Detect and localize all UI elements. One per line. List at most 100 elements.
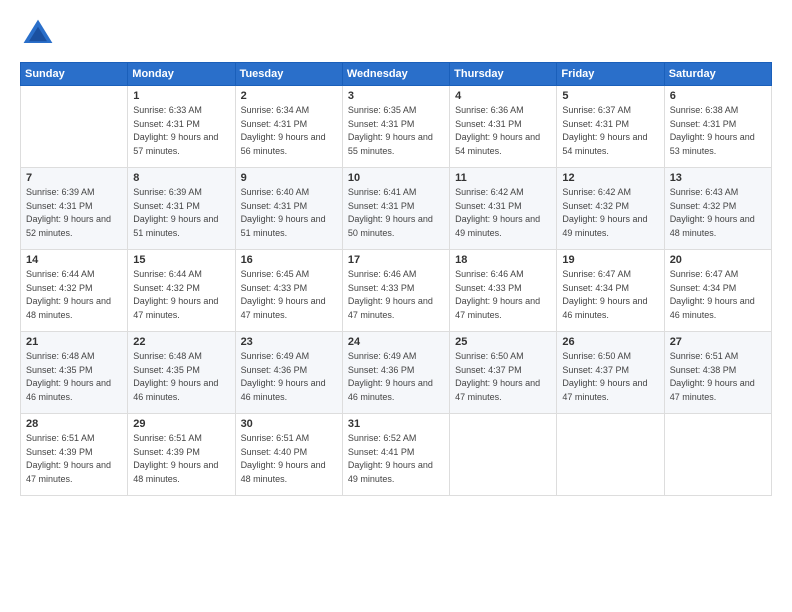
day-number: 25 <box>455 336 551 348</box>
calendar-cell: 24 Sunrise: 6:49 AMSunset: 4:36 PMDayligh… <box>342 332 449 414</box>
calendar-cell: 13 Sunrise: 6:43 AMSunset: 4:32 PMDayligh… <box>664 168 771 250</box>
calendar-cell: 1 Sunrise: 6:33 AMSunset: 4:31 PMDaylight… <box>128 86 235 168</box>
day-number: 14 <box>26 254 122 266</box>
calendar-cell: 2 Sunrise: 6:34 AMSunset: 4:31 PMDaylight… <box>235 86 342 168</box>
day-number: 1 <box>133 90 229 102</box>
calendar-week-row: 1 Sunrise: 6:33 AMSunset: 4:31 PMDaylight… <box>21 86 772 168</box>
calendar-cell: 22 Sunrise: 6:48 AMSunset: 4:35 PMDayligh… <box>128 332 235 414</box>
weekday-header: Thursday <box>450 63 557 86</box>
day-number: 17 <box>348 254 444 266</box>
calendar-cell: 10 Sunrise: 6:41 AMSunset: 4:31 PMDayligh… <box>342 168 449 250</box>
day-number: 26 <box>562 336 658 348</box>
calendar-cell: 26 Sunrise: 6:50 AMSunset: 4:37 PMDayligh… <box>557 332 664 414</box>
day-number: 8 <box>133 172 229 184</box>
day-info: Sunrise: 6:39 AMSunset: 4:31 PMDaylight:… <box>26 186 122 240</box>
weekday-header: Sunday <box>21 63 128 86</box>
day-info: Sunrise: 6:48 AMSunset: 4:35 PMDaylight:… <box>133 350 229 404</box>
weekday-header-row: SundayMondayTuesdayWednesdayThursdayFrid… <box>21 63 772 86</box>
logo <box>20 16 62 52</box>
day-number: 20 <box>670 254 766 266</box>
calendar-week-row: 28 Sunrise: 6:51 AMSunset: 4:39 PMDayligh… <box>21 414 772 496</box>
day-info: Sunrise: 6:45 AMSunset: 4:33 PMDaylight:… <box>241 268 337 322</box>
calendar-table: SundayMondayTuesdayWednesdayThursdayFrid… <box>20 62 772 496</box>
calendar-cell: 27 Sunrise: 6:51 AMSunset: 4:38 PMDayligh… <box>664 332 771 414</box>
day-info: Sunrise: 6:47 AMSunset: 4:34 PMDaylight:… <box>562 268 658 322</box>
day-number: 22 <box>133 336 229 348</box>
calendar-cell <box>450 414 557 496</box>
day-number: 30 <box>241 418 337 430</box>
day-info: Sunrise: 6:52 AMSunset: 4:41 PMDaylight:… <box>348 432 444 486</box>
day-info: Sunrise: 6:46 AMSunset: 4:33 PMDaylight:… <box>455 268 551 322</box>
day-info: Sunrise: 6:43 AMSunset: 4:32 PMDaylight:… <box>670 186 766 240</box>
day-number: 19 <box>562 254 658 266</box>
day-number: 10 <box>348 172 444 184</box>
weekday-header: Tuesday <box>235 63 342 86</box>
day-info: Sunrise: 6:38 AMSunset: 4:31 PMDaylight:… <box>670 104 766 158</box>
day-info: Sunrise: 6:44 AMSunset: 4:32 PMDaylight:… <box>133 268 229 322</box>
day-info: Sunrise: 6:51 AMSunset: 4:40 PMDaylight:… <box>241 432 337 486</box>
calendar-cell: 16Sunrise: 6:45 AMSunset: 4:33 PMDayligh… <box>235 250 342 332</box>
calendar-cell <box>557 414 664 496</box>
day-number: 4 <box>455 90 551 102</box>
page: SundayMondayTuesdayWednesdayThursdayFrid… <box>0 0 792 612</box>
logo-icon <box>20 16 56 52</box>
weekday-header: Monday <box>128 63 235 86</box>
calendar-cell: 3 Sunrise: 6:35 AMSunset: 4:31 PMDaylight… <box>342 86 449 168</box>
day-info: Sunrise: 6:46 AMSunset: 4:33 PMDaylight:… <box>348 268 444 322</box>
day-number: 3 <box>348 90 444 102</box>
calendar-cell: 29 Sunrise: 6:51 AMSunset: 4:39 PMDayligh… <box>128 414 235 496</box>
calendar-cell <box>21 86 128 168</box>
day-info: Sunrise: 6:33 AMSunset: 4:31 PMDaylight:… <box>133 104 229 158</box>
day-info: Sunrise: 6:51 AMSunset: 4:39 PMDaylight:… <box>26 432 122 486</box>
header <box>20 16 772 52</box>
day-number: 13 <box>670 172 766 184</box>
day-info: Sunrise: 6:49 AMSunset: 4:36 PMDaylight:… <box>241 350 337 404</box>
calendar-cell: 31 Sunrise: 6:52 AMSunset: 4:41 PMDayligh… <box>342 414 449 496</box>
calendar-cell: 15 Sunrise: 6:44 AMSunset: 4:32 PMDayligh… <box>128 250 235 332</box>
calendar-cell: 19 Sunrise: 6:47 AMSunset: 4:34 PMDayligh… <box>557 250 664 332</box>
calendar-week-row: 7Sunrise: 6:39 AMSunset: 4:31 PMDaylight… <box>21 168 772 250</box>
day-info: Sunrise: 6:50 AMSunset: 4:37 PMDaylight:… <box>455 350 551 404</box>
day-number: 31 <box>348 418 444 430</box>
day-info: Sunrise: 6:39 AMSunset: 4:31 PMDaylight:… <box>133 186 229 240</box>
day-number: 21 <box>26 336 122 348</box>
day-number: 15 <box>133 254 229 266</box>
calendar-cell: 4 Sunrise: 6:36 AMSunset: 4:31 PMDaylight… <box>450 86 557 168</box>
calendar-cell: 8 Sunrise: 6:39 AMSunset: 4:31 PMDaylight… <box>128 168 235 250</box>
day-info: Sunrise: 6:50 AMSunset: 4:37 PMDaylight:… <box>562 350 658 404</box>
day-number: 24 <box>348 336 444 348</box>
calendar-cell: 14 Sunrise: 6:44 AMSunset: 4:32 PMDayligh… <box>21 250 128 332</box>
calendar-cell <box>664 414 771 496</box>
day-number: 27 <box>670 336 766 348</box>
calendar-cell: 17 Sunrise: 6:46 AMSunset: 4:33 PMDayligh… <box>342 250 449 332</box>
calendar-cell: 23 Sunrise: 6:49 AMSunset: 4:36 PMDayligh… <box>235 332 342 414</box>
day-number: 28 <box>26 418 122 430</box>
day-info: Sunrise: 6:35 AMSunset: 4:31 PMDaylight:… <box>348 104 444 158</box>
day-number: 2 <box>241 90 337 102</box>
calendar-cell: 7Sunrise: 6:39 AMSunset: 4:31 PMDaylight… <box>21 168 128 250</box>
day-info: Sunrise: 6:42 AMSunset: 4:32 PMDaylight:… <box>562 186 658 240</box>
day-number: 23 <box>241 336 337 348</box>
calendar-cell: 20Sunrise: 6:47 AMSunset: 4:34 PMDayligh… <box>664 250 771 332</box>
day-number: 11 <box>455 172 551 184</box>
day-info: Sunrise: 6:51 AMSunset: 4:38 PMDaylight:… <box>670 350 766 404</box>
calendar-cell: 9Sunrise: 6:40 AMSunset: 4:31 PMDaylight… <box>235 168 342 250</box>
calendar-week-row: 14 Sunrise: 6:44 AMSunset: 4:32 PMDayligh… <box>21 250 772 332</box>
weekday-header: Wednesday <box>342 63 449 86</box>
day-info: Sunrise: 6:49 AMSunset: 4:36 PMDaylight:… <box>348 350 444 404</box>
day-info: Sunrise: 6:36 AMSunset: 4:31 PMDaylight:… <box>455 104 551 158</box>
day-number: 18 <box>455 254 551 266</box>
calendar-week-row: 21 Sunrise: 6:48 AMSunset: 4:35 PMDayligh… <box>21 332 772 414</box>
weekday-header: Friday <box>557 63 664 86</box>
day-number: 29 <box>133 418 229 430</box>
day-info: Sunrise: 6:37 AMSunset: 4:31 PMDaylight:… <box>562 104 658 158</box>
day-info: Sunrise: 6:51 AMSunset: 4:39 PMDaylight:… <box>133 432 229 486</box>
day-number: 5 <box>562 90 658 102</box>
weekday-header: Saturday <box>664 63 771 86</box>
day-number: 6 <box>670 90 766 102</box>
day-number: 9 <box>241 172 337 184</box>
calendar-cell: 21Sunrise: 6:48 AMSunset: 4:35 PMDayligh… <box>21 332 128 414</box>
day-info: Sunrise: 6:44 AMSunset: 4:32 PMDaylight:… <box>26 268 122 322</box>
day-info: Sunrise: 6:41 AMSunset: 4:31 PMDaylight:… <box>348 186 444 240</box>
day-info: Sunrise: 6:34 AMSunset: 4:31 PMDaylight:… <box>241 104 337 158</box>
